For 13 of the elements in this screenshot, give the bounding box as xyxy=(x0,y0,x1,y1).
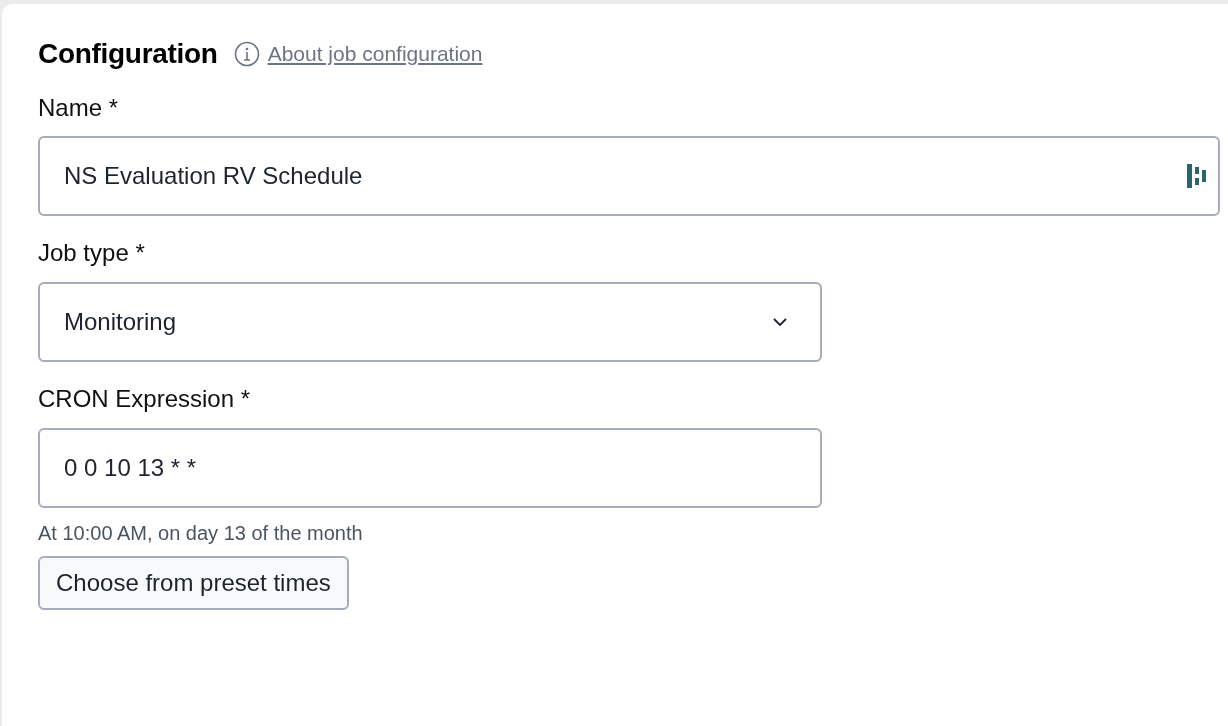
field-label: Job type * xyxy=(38,239,146,269)
info-icon xyxy=(233,40,260,67)
section-title: Configuration xyxy=(38,37,218,71)
password-manager-icon[interactable] xyxy=(1186,163,1208,190)
field-label: Name * xyxy=(38,93,120,123)
input-field[interactable]: NS Evaluation RV Schedule xyxy=(38,136,1220,217)
field-label: CRON Expression * xyxy=(38,385,252,414)
help-link[interactable]: About job configuration xyxy=(267,38,483,70)
help-text: At 10:00 AM, on day 13 of the month xyxy=(38,521,364,546)
chevron-down-icon xyxy=(770,316,790,329)
input-field[interactable]: 0 0 10 13 * * xyxy=(38,428,822,508)
preset-button[interactable]: Choose from preset times xyxy=(38,556,349,610)
select-field[interactable]: Monitoring xyxy=(38,282,822,363)
